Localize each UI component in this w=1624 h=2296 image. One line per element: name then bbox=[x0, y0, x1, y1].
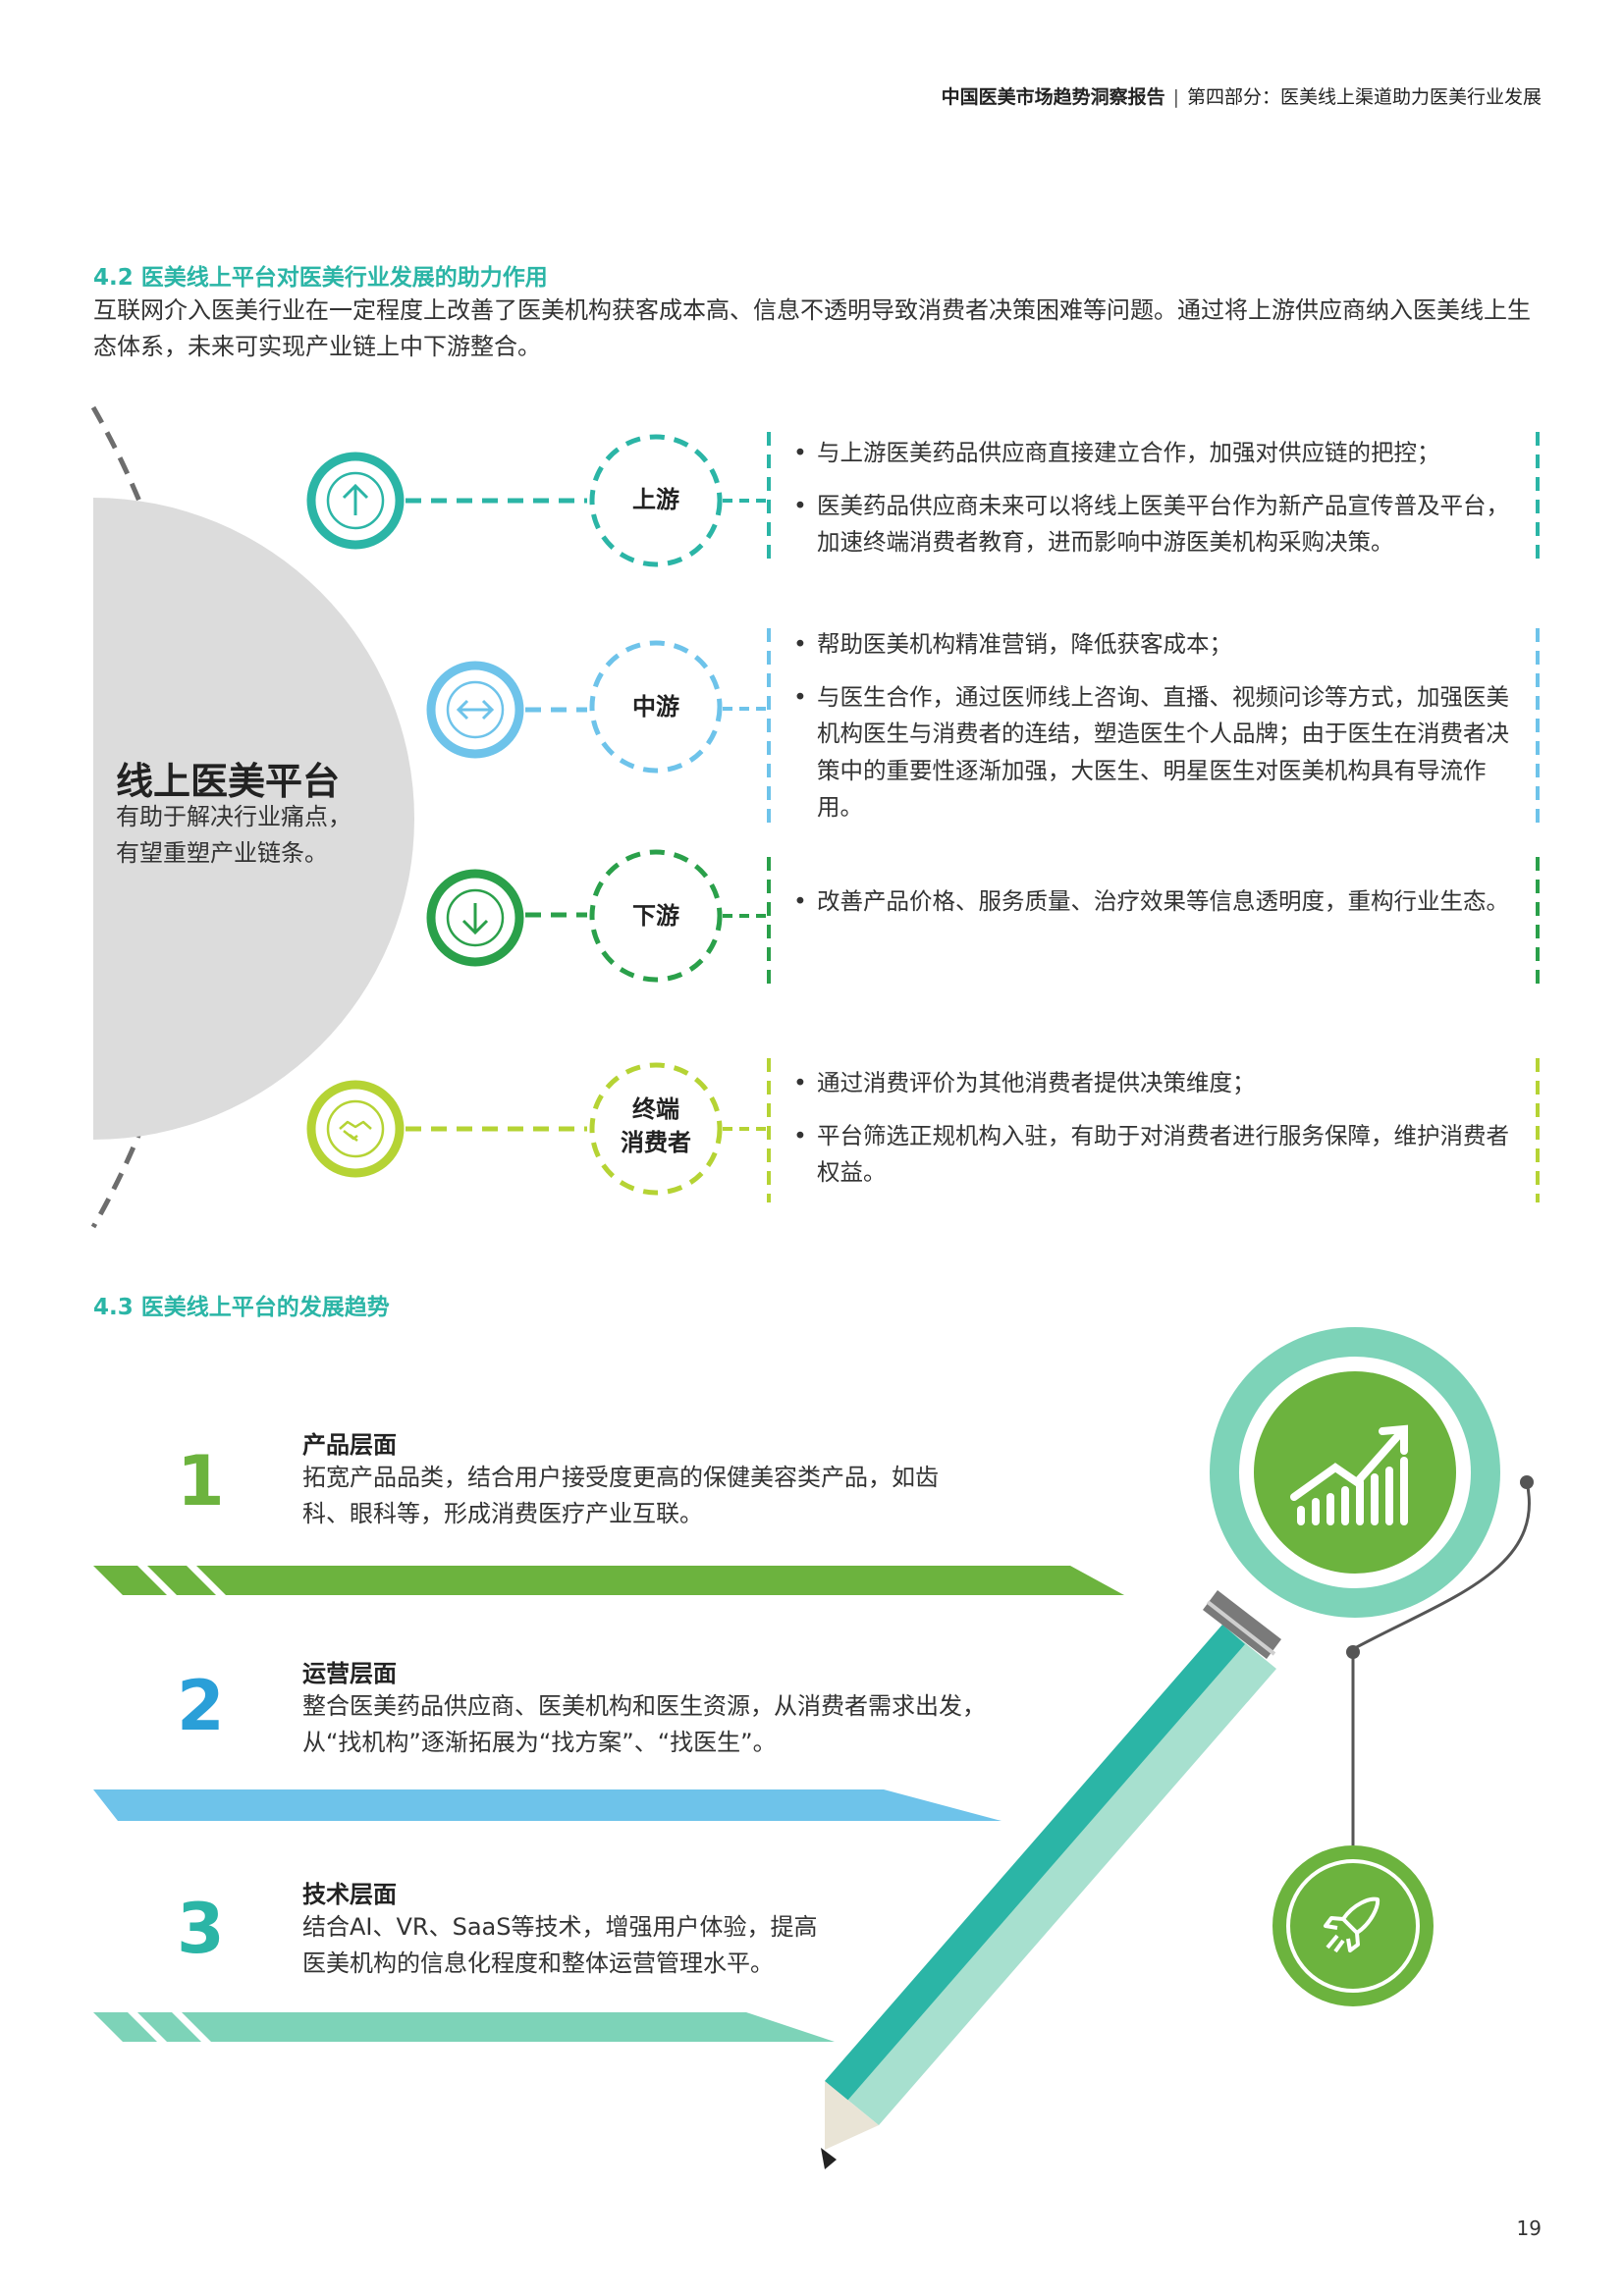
consumer-label: 终端 消费者 bbox=[597, 1093, 715, 1159]
list-item: 改善产品价格、服务质量、治疗效果等信息透明度，重构行业生态。 bbox=[791, 883, 1530, 921]
page-number: 19 bbox=[1516, 2216, 1542, 2240]
trend-2-number: 2 bbox=[177, 1666, 225, 1746]
list-item: 通过消费评价为其他消费者提供决策维度； bbox=[791, 1065, 1530, 1102]
platform-desc-line-2: 有望重塑产业链条。 bbox=[116, 839, 328, 867]
trend-3-desc-line-1: 结合AI、VR、SaaS等技术，增强用户体验，提高 bbox=[302, 1913, 818, 1941]
trend-1-description: 拓宽产品品类，结合用户接受度更高的保健美容类产品，如齿 科、眼科等，形成消费医疗… bbox=[302, 1460, 1049, 1532]
trend-3-title: 技术层面 bbox=[302, 1881, 397, 1908]
trend-1-desc-line-1: 拓宽产品品类，结合用户接受度更高的保健美容类产品，如齿 bbox=[302, 1464, 939, 1491]
list-item: 帮助医美机构精准营销，降低获客成本； bbox=[791, 626, 1530, 664]
trend-3-description: 结合AI、VR、SaaS等技术，增强用户体验，提高 医美机构的信息化程度和整体运… bbox=[302, 1909, 892, 1982]
midstream-label: 中游 bbox=[632, 693, 679, 721]
platform-desc-line-1: 有助于解决行业痛点， bbox=[116, 803, 352, 830]
trend-2-stripe bbox=[93, 1789, 1001, 1821]
trend-1-desc-line-2: 科、眼科等，形成消费医疗产业互联。 bbox=[302, 1500, 703, 1527]
list-item: 平台筛选正规机构入驻，有助于对消费者进行服务保障，维护消费者权益。 bbox=[791, 1118, 1530, 1192]
trend-3-stripe bbox=[93, 2012, 835, 2042]
upstream-label: 上游 bbox=[632, 486, 679, 513]
pencil-graphic bbox=[821, 1590, 1281, 2169]
downstream-label: 下游 bbox=[632, 902, 679, 930]
trend-1-number: 1 bbox=[177, 1441, 225, 1522]
midstream-bullets: 帮助医美机构精准营销，降低获客成本； 与医生合作，通过医师线上咨询、直播、视频问… bbox=[791, 626, 1530, 842]
list-item: 与医生合作，通过医师线上咨询、直播、视频问诊等方式，加强医美机构医生与消费者的连… bbox=[791, 679, 1530, 827]
trend-2-title: 运营层面 bbox=[302, 1660, 397, 1687]
trends-illustration bbox=[93, 1327, 1534, 2169]
list-item: 与上游医美药品供应商直接建立合作，加强对供应链的把控； bbox=[791, 435, 1530, 472]
trend-1-title: 产品层面 bbox=[302, 1431, 397, 1459]
lens-center bbox=[1254, 1371, 1456, 1574]
trend-2-description: 整合医美药品供应商、医美机构和医生资源，从消费者需求出发， 从“找机构”逐渐拓展… bbox=[302, 1688, 1068, 1761]
trend-1-stripe bbox=[93, 1566, 1124, 1595]
trend-2-desc-line-2: 从“找机构”逐渐拓展为“找方案”、“找医生”。 bbox=[302, 1729, 777, 1756]
consumer-bullets: 通过消费评价为其他消费者提供决策维度； 平台筛选正规机构入驻，有助于对消费者进行… bbox=[791, 1065, 1530, 1207]
consumer-label-line-2: 消费者 bbox=[621, 1129, 691, 1156]
platform-title: 线上医美平台 bbox=[116, 760, 341, 803]
consumer-ring bbox=[306, 1080, 405, 1178]
platform-description: 有助于解决行业痛点， 有望重塑产业链条。 bbox=[116, 799, 352, 872]
upstream-bullets: 与上游医美药品供应商直接建立合作，加强对供应链的把控； 医美药品供应商未来可以将… bbox=[791, 435, 1530, 577]
magnifier-graphic bbox=[1210, 1327, 1500, 1618]
badge-outer bbox=[1272, 1845, 1434, 2006]
section-4-3-title: 4.3 医美线上平台的发展趋势 bbox=[93, 1295, 390, 1320]
consumer-label-line-1: 终端 bbox=[632, 1095, 679, 1123]
trend-3-desc-line-2: 医美机构的信息化程度和整体运营管理水平。 bbox=[302, 1949, 774, 1977]
downstream-bullets: 改善产品价格、服务质量、治疗效果等信息透明度，重构行业生态。 bbox=[791, 883, 1530, 936]
trend-2-desc-line-1: 整合医美药品供应商、医美机构和医生资源，从消费者需求出发， bbox=[302, 1692, 986, 1720]
list-item: 医美药品供应商未来可以将线上医美平台作为新产品宣传普及平台，加速终端消费者教育，… bbox=[791, 488, 1530, 561]
trend-3-number: 3 bbox=[177, 1889, 225, 1969]
